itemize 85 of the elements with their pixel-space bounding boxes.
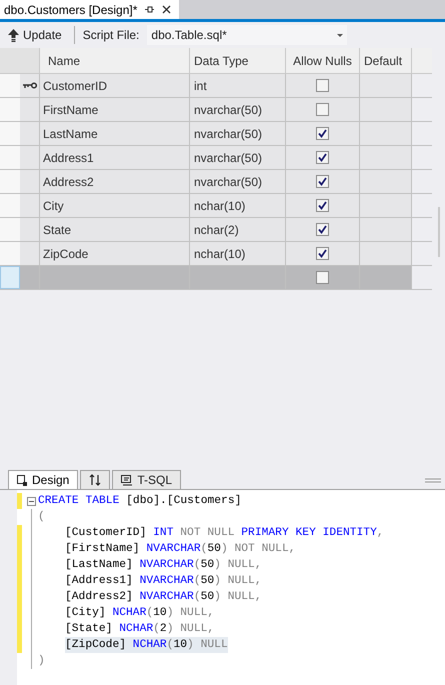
pane-tab[interactable]: Design: [8, 470, 78, 489]
checkbox[interactable]: [316, 271, 329, 284]
column-header[interactable]: Data Type: [190, 48, 286, 73]
table-cell[interactable]: ZipCode: [40, 242, 190, 265]
checkbox[interactable]: [316, 175, 329, 188]
scrollbar-thumb[interactable]: [438, 207, 440, 257]
row-header[interactable]: [0, 266, 20, 289]
checkbox[interactable]: [316, 127, 329, 140]
column-header[interactable]: Allow Nulls: [286, 48, 360, 73]
checkmark-icon: [318, 249, 327, 258]
table-cell[interactable]: [360, 146, 412, 169]
table-cell[interactable]: City: [40, 194, 190, 217]
pane-tab[interactable]: [80, 470, 110, 489]
table-cell[interactable]: nvarchar(50): [190, 122, 286, 145]
checkmark-icon: [318, 153, 327, 162]
code-line: [City] NCHAR(10) NULL,: [65, 606, 214, 621]
table-cell[interactable]: nvarchar(50): [190, 98, 286, 121]
key-icon: [22, 82, 36, 89]
document-tab[interactable]: dbo.Customers [Design]*: [0, 0, 180, 19]
column-header[interactable]: Default: [360, 48, 412, 73]
checkbox[interactable]: [316, 79, 329, 92]
checkbox[interactable]: [316, 199, 329, 212]
checkmark-icon: [318, 201, 327, 210]
table-cell[interactable]: [360, 218, 412, 241]
checkbox[interactable]: [316, 223, 329, 236]
checkmark-icon: [318, 129, 327, 138]
table-cell[interactable]: nchar(10): [190, 194, 286, 217]
row-header[interactable]: [0, 194, 20, 217]
code-line: [FirstName] NVARCHAR(50) NOT NULL,: [65, 542, 296, 557]
row-header[interactable]: [0, 242, 20, 265]
code-line: [Address1] NVARCHAR(50) NULL,: [65, 574, 262, 589]
row-header[interactable]: [0, 98, 20, 121]
checkmark-icon: [318, 225, 327, 234]
code-line: CREATE TABLE [dbo].[Customers]: [38, 494, 242, 509]
script-file-label: Script File:: [82, 27, 140, 44]
table-cell[interactable]: int: [190, 74, 286, 97]
table-cell[interactable]: [360, 74, 412, 97]
checkmark-icon: [318, 177, 327, 186]
table-cell[interactable]: Address1: [40, 146, 190, 169]
grid-corner[interactable]: [0, 48, 40, 73]
table-cell[interactable]: nchar(2): [190, 218, 286, 241]
script-icon: [121, 474, 134, 486]
script-file-dropdown[interactable]: dbo.Table.sql*: [147, 25, 348, 45]
column-header[interactable]: Name: [40, 48, 190, 73]
table-cell[interactable]: [360, 242, 412, 265]
code-line: [State] NCHAR(2) NULL,: [65, 622, 214, 637]
code-line: (: [38, 510, 45, 525]
code-line: [CustomerID] INT NOT NULL PRIMARY KEY IDENTITY,: [65, 526, 384, 541]
checkbox[interactable]: [316, 103, 329, 116]
table-cell[interactable]: nvarchar(50): [190, 170, 286, 193]
table-cell[interactable]: FirstName: [40, 98, 190, 121]
table-cell[interactable]: [40, 266, 190, 289]
code-line: [LastName] NVARCHAR(50) NULL,: [65, 558, 262, 573]
document-tab-title: dbo.Customers [Design]*: [4, 2, 138, 18]
collapse-icon[interactable]: [26, 496, 36, 506]
table-cell[interactable]: nchar(10): [190, 242, 286, 265]
swap-arrows-icon: [89, 474, 102, 486]
pane-tab[interactable]: T-SQL: [112, 470, 182, 489]
table-cell[interactable]: nvarchar(50): [190, 146, 286, 169]
row-header[interactable]: [0, 218, 20, 241]
table-cell[interactable]: [360, 266, 412, 289]
update-button[interactable]: Update: [4, 24, 66, 46]
caret-icon: [337, 34, 344, 36]
row-header[interactable]: [0, 74, 20, 97]
code-line: ): [38, 654, 45, 669]
table-cell[interactable]: LastName: [40, 122, 190, 145]
table-cell[interactable]: [360, 194, 412, 217]
table-cell[interactable]: [190, 266, 286, 289]
table-cell[interactable]: Address2: [40, 170, 190, 193]
row-header[interactable]: [0, 170, 20, 193]
table-cell[interactable]: CustomerID: [40, 74, 190, 97]
splitter-icon[interactable]: [425, 478, 441, 483]
table-cell[interactable]: [360, 170, 412, 193]
code-line: [Address2] NVARCHAR(50) NULL,: [65, 590, 262, 605]
table-cell[interactable]: State: [40, 218, 190, 241]
row-header[interactable]: [0, 146, 20, 169]
table-cell[interactable]: [360, 98, 412, 121]
close-icon[interactable]: [162, 5, 172, 14]
checkbox[interactable]: [316, 151, 329, 164]
checkbox[interactable]: [316, 247, 329, 260]
table-cell[interactable]: [360, 122, 412, 145]
design-icon: [17, 474, 28, 486]
upload-arrow-icon: [8, 28, 19, 42]
pin-icon: [145, 5, 154, 14]
row-header[interactable]: [0, 122, 20, 145]
